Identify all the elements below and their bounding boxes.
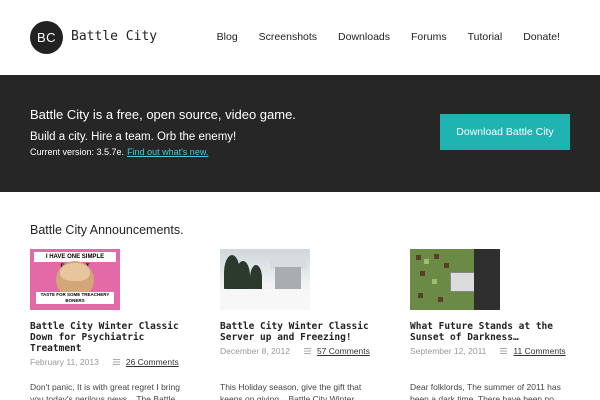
post-excerpt: Dear folklords, The summer of 2011 has b… (410, 382, 561, 400)
post-excerpt: Don't panic, It is with great regret I b… (30, 382, 180, 400)
post-card: I HAVE ONE SIMPLE REQUEST TASTE FOR SOME… (30, 249, 200, 367)
nav-forums[interactable]: Forums (411, 31, 447, 43)
logo-text: BC (36, 30, 57, 45)
post-title[interactable]: Battle City Winter Classic Server up and… (220, 321, 380, 343)
site-header: BC Battle City Blog Screenshots Download… (0, 0, 600, 75)
post-date: September 12, 2011 (410, 346, 487, 356)
nav-tutorial[interactable]: Tutorial (468, 31, 503, 43)
post-title[interactable]: Battle City Winter Classic Down for Psyc… (30, 321, 190, 354)
brand-name[interactable]: Battle City (71, 29, 157, 44)
post-thumbnail[interactable] (410, 249, 500, 310)
nav-donate[interactable]: Donate! (523, 31, 560, 43)
current-version: Current version: 3.5.7e. Find out what's … (30, 147, 208, 157)
hero-tagline: Build a city. Hire a team. Orb the enemy… (30, 131, 237, 143)
post-thumbnail[interactable] (220, 249, 310, 310)
post-meta: September 12, 2011 11 Comments (410, 346, 580, 356)
post-card: Battle City Winter Classic Server up and… (220, 249, 390, 356)
comment-icon (303, 348, 311, 354)
post-date: February 11, 2013 (30, 357, 99, 367)
post-date: December 8, 2012 (220, 346, 290, 356)
post-thumbnail[interactable]: I HAVE ONE SIMPLE REQUEST TASTE FOR SOME… (30, 249, 120, 310)
nav-blog[interactable]: Blog (217, 31, 238, 43)
comments-link[interactable]: 57 Comments (317, 346, 370, 356)
post-card: What Future Stands at the Sunset of Dark… (410, 249, 580, 356)
post-title[interactable]: What Future Stands at the Sunset of Dark… (410, 321, 570, 343)
post-meta: February 11, 2013 26 Comments (30, 357, 200, 367)
comment-icon (500, 348, 508, 354)
comments-link[interactable]: 26 Comments (126, 357, 179, 367)
hero-banner: Battle City is a free, open source, vide… (0, 75, 600, 192)
main-nav: Blog Screenshots Downloads Forums Tutori… (196, 31, 560, 43)
thumb-caption-bottom: TASTE FOR SOME TREACHERY BONERS (40, 292, 110, 303)
announcements-heading: Battle City Announcements. (30, 223, 184, 237)
post-excerpt: This Holiday season, give the gift that … (220, 382, 362, 400)
comments-link[interactable]: 11 Comments (513, 346, 565, 356)
version-label: Current version: 3.5.7e. (30, 147, 125, 157)
post-meta: December 8, 2012 57 Comments (220, 346, 390, 356)
nav-downloads[interactable]: Downloads (338, 31, 390, 43)
comment-icon (112, 359, 120, 365)
hero-title: Battle City is a free, open source, vide… (30, 107, 296, 122)
download-button[interactable]: Download Battle City (440, 114, 570, 150)
nav-screenshots[interactable]: Screenshots (259, 31, 317, 43)
logo[interactable]: BC (30, 21, 63, 54)
whats-new-link[interactable]: Find out what's new. (127, 147, 208, 157)
